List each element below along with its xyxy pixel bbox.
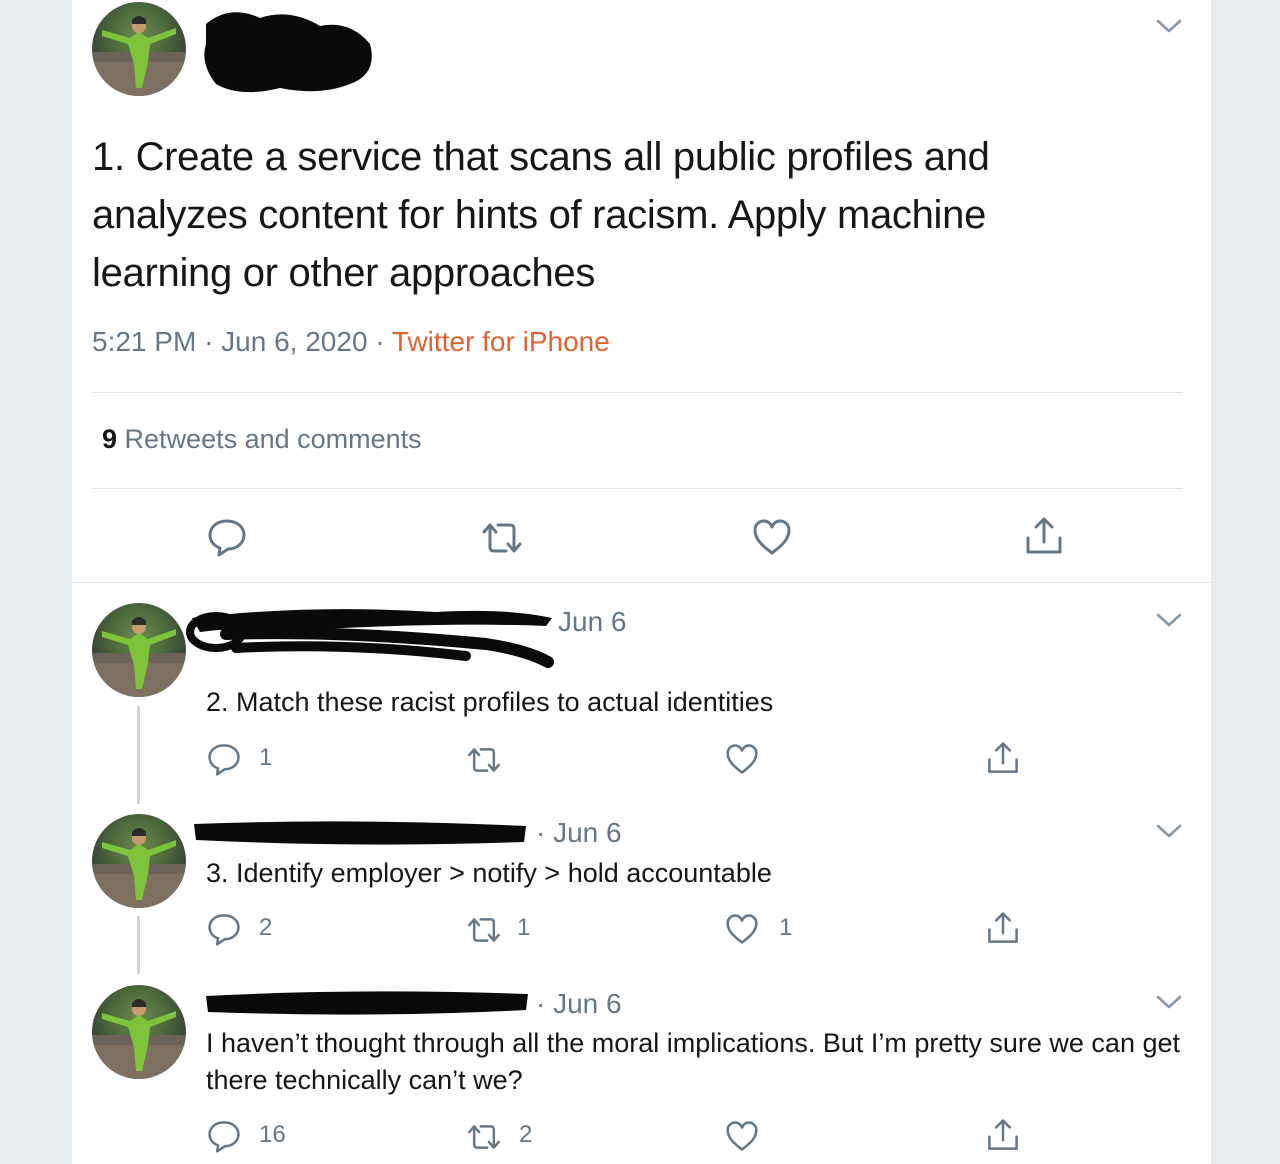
share-button[interactable] [986,741,1020,775]
share-button[interactable] [1024,516,1064,556]
reply-text: 3. Identify employer > notify > hold acc… [206,858,772,888]
retweet-icon [482,523,522,553]
redacted-name-scribble [194,821,526,845]
tweet-source-link[interactable]: Twitter for iPhone [392,326,610,357]
retweet-button[interactable] [480,520,524,556]
thread-line [137,916,140,974]
divider [92,488,1182,489]
share-icon [988,1119,1018,1150]
reply-count: 2 [259,914,273,941]
tweet-date[interactable]: Jun 6, 2020 [221,326,367,357]
avatar[interactable] [92,603,186,697]
reply-icon [208,744,240,776]
retweet-count: 2 [519,1121,533,1148]
retweet-button[interactable] [466,745,502,775]
stats-label: Retweets and comments [124,424,422,454]
like-button[interactable] [725,913,759,945]
share-icon [988,912,1018,943]
heart-icon [726,914,758,944]
chevron-down-icon[interactable] [1156,823,1182,839]
reply-text: 2. Match these racist profiles to actual… [206,687,774,717]
retweets-and-comments-link[interactable]: 9 Retweets and comments [102,424,422,455]
heart-icon [726,1121,758,1151]
divider [72,582,1211,583]
reply-count: 1 [259,744,273,771]
reply-icon [208,1121,240,1153]
chevron-down-icon[interactable] [1156,612,1182,628]
meta-separator: · [375,326,385,357]
reply-date[interactable]: Jun 6 [558,606,627,638]
retweet-button[interactable] [466,1122,502,1152]
divider [92,392,1182,393]
share-button[interactable] [986,911,1020,945]
thread-line [137,706,140,804]
reply-icon [208,519,246,557]
heart-icon [726,744,758,774]
redacted-name-scribble [204,12,372,93]
chevron-down-icon[interactable] [1156,994,1182,1010]
reply-date[interactable]: · Jun 6 [536,817,622,849]
share-icon [1026,517,1062,554]
tweet-text: 1. Create a service that scans all publi… [92,135,990,295]
like-button[interactable] [725,1120,759,1152]
share-icon [988,742,1018,773]
avatar[interactable] [92,985,186,1079]
retweet-button[interactable] [466,915,502,945]
reply-text: I haven’t thought through all the moral … [206,1028,1181,1095]
like-button[interactable] [725,743,759,775]
avatar[interactable] [92,2,186,96]
reply-icon [208,914,240,946]
redacted-name-scribble [186,609,554,668]
tweet-time[interactable]: 5:21 PM [92,326,196,357]
reply-count: 16 [259,1121,286,1148]
retweet-icon [468,1125,500,1149]
reply-button[interactable] [207,742,241,776]
reply-date[interactable]: · Jun 6 [536,988,622,1020]
avatar[interactable] [92,814,186,908]
reply-button[interactable] [207,912,241,946]
like-button[interactable] [752,518,792,556]
tweet-meta: 5:21 PM · Jun 6, 2020 · Twitter for iPho… [92,326,610,358]
retweet-icon [468,748,500,772]
redacted-name-scribble [206,991,528,1015]
reply-button[interactable] [207,1119,241,1153]
reply-button[interactable] [207,517,247,557]
chevron-down-icon[interactable] [1156,18,1182,34]
stats-count: 9 [102,424,118,454]
retweet-count: 1 [517,914,531,941]
retweet-icon [468,918,500,942]
heart-icon [753,519,791,555]
share-button[interactable] [986,1118,1020,1152]
meta-separator: · [204,326,214,357]
like-count: 1 [779,914,793,941]
